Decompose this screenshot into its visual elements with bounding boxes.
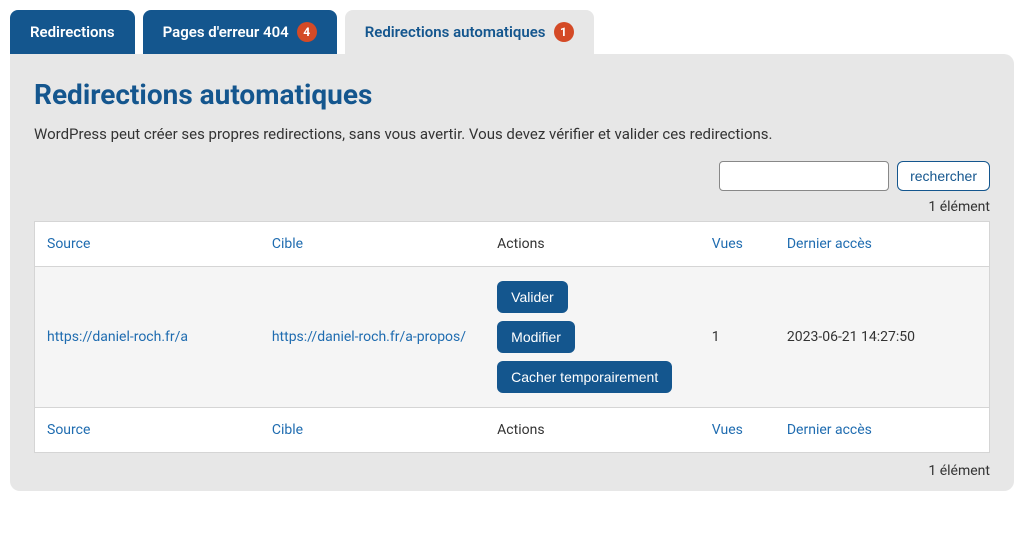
tabs-bar: Redirections Pages d'erreur 404 4 Redire… — [10, 10, 1014, 54]
page-title: Redirections automatiques — [34, 78, 990, 111]
tab-label: Pages d'erreur 404 — [163, 23, 289, 41]
redirections-table: Source Cible Actions Vues Dernier accès … — [34, 221, 990, 453]
source-link[interactable]: https://daniel-roch.fr/a — [47, 329, 188, 345]
search-input[interactable] — [719, 161, 889, 191]
col-header-last-access[interactable]: Dernier accès — [775, 222, 990, 267]
search-button[interactable]: rechercher — [897, 161, 990, 191]
hide-button[interactable]: Cacher temporairement — [497, 361, 672, 393]
target-link[interactable]: https://daniel-roch.fr/a-propos/ — [272, 329, 466, 345]
col-header-actions: Actions — [485, 222, 700, 267]
tab-label: Redirections — [30, 23, 115, 41]
badge-count: 4 — [297, 22, 317, 42]
col-header-source[interactable]: Source — [35, 222, 260, 267]
main-panel: Redirections automatiques WordPress peut… — [10, 54, 1014, 491]
validate-button[interactable]: Valider — [497, 281, 568, 313]
tab-errors-404[interactable]: Pages d'erreur 404 4 — [143, 10, 337, 54]
item-count-top: 1 élément — [34, 199, 990, 215]
tab-redirections[interactable]: Redirections — [10, 10, 135, 54]
col-header-views[interactable]: Vues — [700, 222, 775, 267]
col-footer-target[interactable]: Cible — [260, 408, 485, 453]
badge-count: 1 — [554, 22, 574, 42]
views-cell: 1 — [700, 267, 775, 408]
modify-button[interactable]: Modifier — [497, 321, 575, 353]
col-footer-views[interactable]: Vues — [700, 408, 775, 453]
table-header-row: Source Cible Actions Vues Dernier accès — [35, 222, 990, 267]
col-footer-actions: Actions — [485, 408, 700, 453]
last-access-cell: 2023-06-21 14:27:50 — [775, 267, 990, 408]
col-footer-source[interactable]: Source — [35, 408, 260, 453]
tab-label: Redirections automatiques — [365, 23, 546, 41]
col-header-target[interactable]: Cible — [260, 222, 485, 267]
item-count-bottom: 1 élément — [34, 463, 990, 479]
page-description: WordPress peut créer ses propres redirec… — [34, 125, 990, 143]
actions-group: Valider Modifier Cacher temporairement — [497, 281, 688, 393]
col-footer-last-access[interactable]: Dernier accès — [775, 408, 990, 453]
table-row: https://daniel-roch.fr/a https://daniel-… — [35, 267, 990, 408]
tab-auto-redirections[interactable]: Redirections automatiques 1 — [345, 10, 594, 54]
search-row: rechercher — [34, 161, 990, 191]
table-footer-row: Source Cible Actions Vues Dernier accès — [35, 408, 990, 453]
